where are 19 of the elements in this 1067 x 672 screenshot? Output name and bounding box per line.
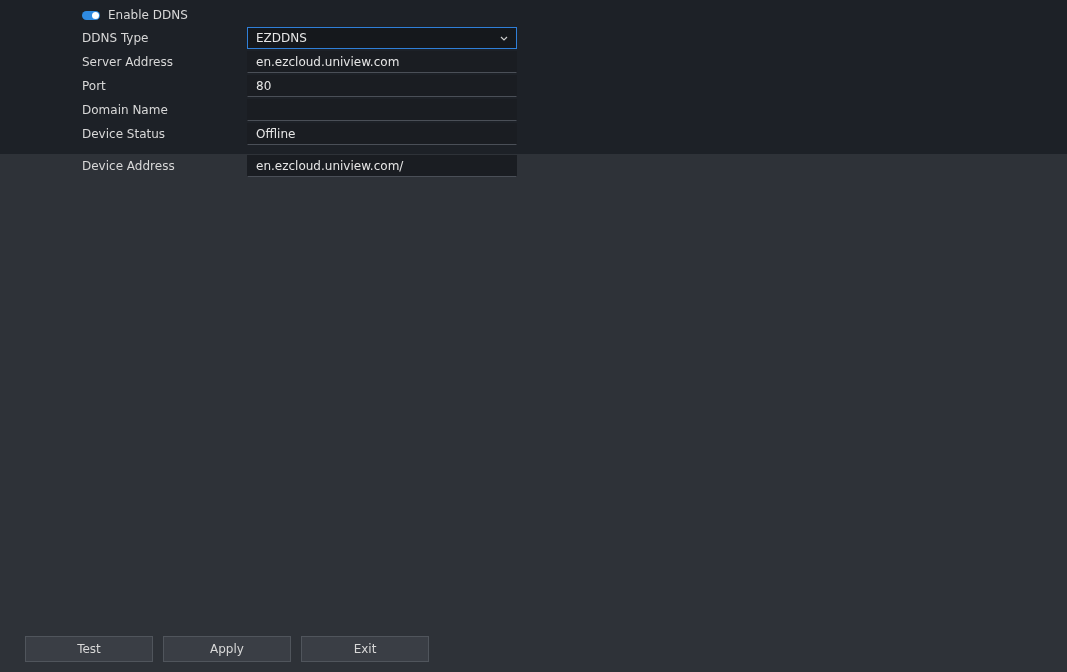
input-field[interactable]: Offline xyxy=(247,123,517,145)
field-label: Domain Name xyxy=(82,102,169,119)
input-field[interactable]: 80 xyxy=(247,75,517,97)
dropdown-field[interactable]: EZDDNS xyxy=(247,27,517,49)
field-label: Port xyxy=(82,78,107,95)
action-button[interactable]: Apply xyxy=(163,636,291,662)
field-label: Server Address xyxy=(82,54,174,71)
dropdown-value: EZDDNS xyxy=(256,30,307,47)
input-field[interactable] xyxy=(247,99,517,121)
toggle-switch[interactable] xyxy=(82,10,100,20)
chevron-down-icon xyxy=(500,35,508,41)
field-label: Device Status xyxy=(82,126,167,143)
field-label: DDNS Type xyxy=(82,30,150,47)
field-label: Device Address xyxy=(82,158,176,175)
input-field[interactable]: en.ezcloud.uniview.com xyxy=(247,51,517,73)
input-field[interactable]: en.ezcloud.uniview.com/ xyxy=(247,155,517,177)
toggle-label: Enable DDNS xyxy=(108,7,188,24)
action-button[interactable]: Exit xyxy=(301,636,429,662)
action-button[interactable]: Test xyxy=(25,636,153,662)
